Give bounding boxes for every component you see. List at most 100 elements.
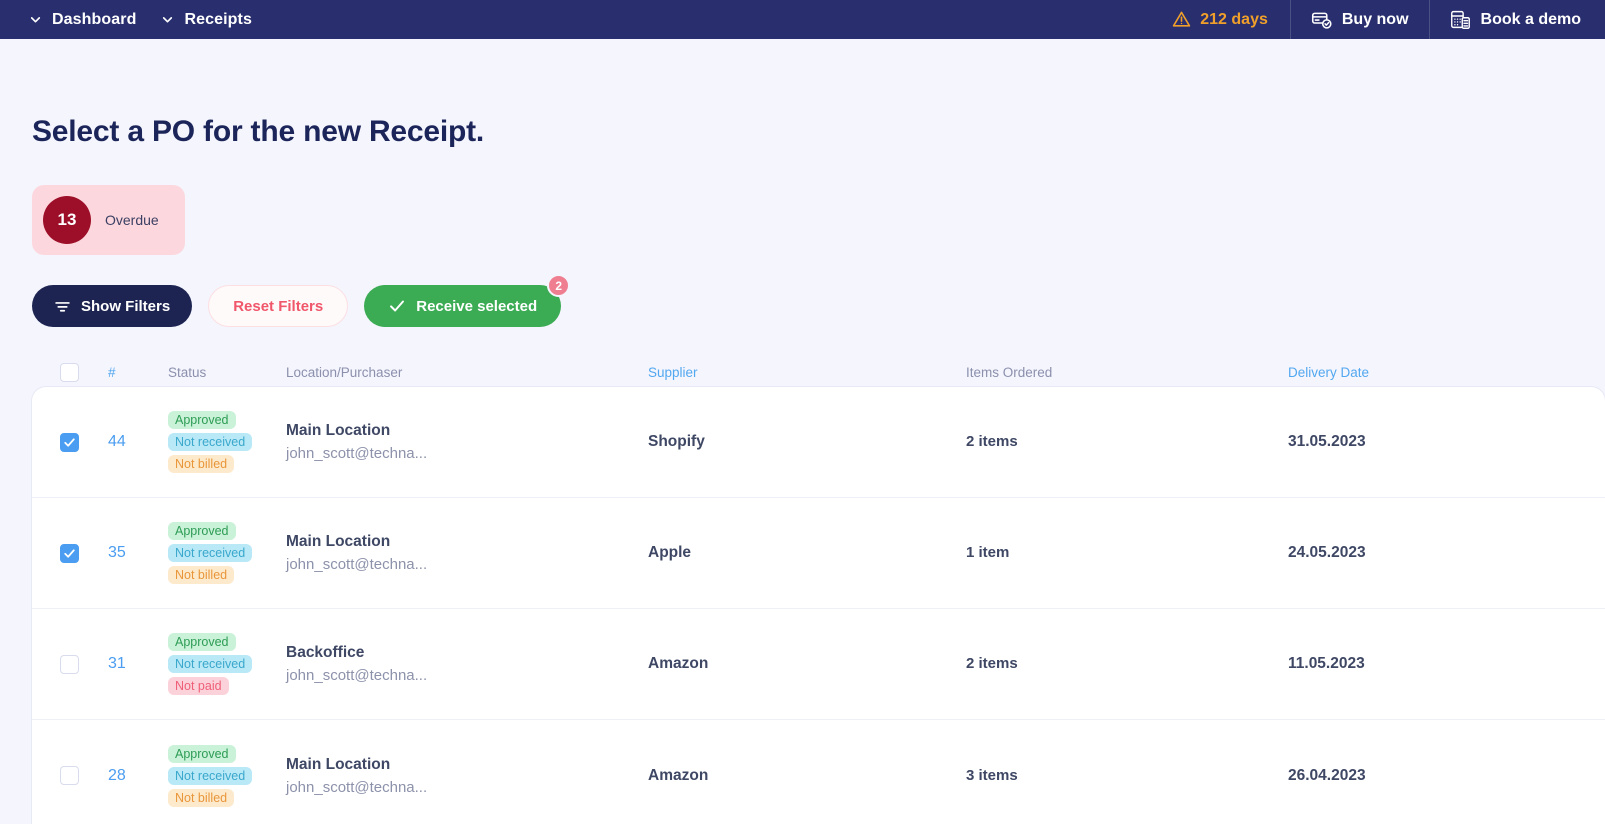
- row-checkbox[interactable]: [60, 766, 79, 785]
- purchaser-email: john_scott@techna...: [286, 778, 428, 796]
- row-location-cell: Main Location john_scott@techna...: [286, 533, 648, 573]
- row-delivery-cell: 31.05.2023: [1288, 433, 1605, 451]
- row-delivery-cell: 11.05.2023: [1288, 655, 1605, 673]
- status-badge: Approved: [168, 633, 236, 651]
- purchaser-email: john_scott@techna...: [286, 556, 428, 573]
- chevron-down-icon[interactable]: [154, 0, 180, 39]
- status-badges: Approved Not received Not billed: [168, 411, 286, 473]
- column-header-supplier[interactable]: Supplier: [648, 365, 966, 380]
- row-supplier-cell: Shopify: [648, 433, 966, 451]
- book-a-demo-label: Book a demo: [1480, 10, 1581, 28]
- top-navigation-bar: Dashboard Receipts 212 days Buy now Book…: [0, 0, 1605, 39]
- items-ordered: 2 items: [966, 655, 1018, 672]
- calculator-device-icon: [1450, 9, 1471, 30]
- filter-icon: [54, 298, 71, 315]
- row-number-cell: 28: [108, 767, 168, 785]
- buy-now-label: Buy now: [1341, 10, 1409, 28]
- row-checkbox[interactable]: [60, 432, 79, 452]
- row-status-cell: Approved Not received Not billed: [168, 411, 286, 473]
- purchaser-email: john_scott@techna...: [286, 667, 428, 684]
- overdue-stat-pill[interactable]: 13 Overdue: [32, 185, 185, 255]
- status-badge: Approved: [168, 744, 236, 763]
- po-number-link[interactable]: 35: [108, 544, 126, 561]
- reset-filters-button[interactable]: Reset Filters: [208, 285, 349, 327]
- row-status-cell: Approved Not received Not paid: [168, 633, 286, 695]
- buy-now-button[interactable]: Buy now: [1289, 0, 1429, 39]
- row-location-cell: Backoffice john_scott@techna...: [286, 644, 648, 684]
- delivery-date: 31.05.2023: [1288, 433, 1366, 450]
- location-name: Main Location: [286, 533, 391, 550]
- delivery-date: 26.04.2023: [1288, 766, 1366, 784]
- column-header-status[interactable]: Status: [168, 365, 286, 380]
- row-select-cell: [60, 766, 108, 785]
- receive-selected-button[interactable]: Receive selected 2: [364, 274, 571, 327]
- row-items-cell: 2 items: [966, 655, 1288, 673]
- column-header-location[interactable]: Location/Purchaser: [286, 365, 648, 380]
- page-content: Select a PO for the new Receipt. 13 Over…: [0, 115, 1605, 824]
- po-number-link[interactable]: 28: [108, 767, 126, 784]
- top-nav-actions: 212 days Buy now Book a demo: [1150, 0, 1605, 39]
- warning-triangle-icon: [1172, 10, 1191, 29]
- purchaser-email: john_scott@techna...: [286, 445, 428, 462]
- status-badge: Approved: [168, 411, 236, 429]
- breadcrumb-item-receipts[interactable]: Receipts: [180, 11, 256, 29]
- overdue-label: Overdue: [105, 212, 159, 228]
- table-row[interactable]: 31 Approved Not received Not paid Backoffice…: [32, 609, 1605, 720]
- breadcrumb-item-dashboard[interactable]: Dashboard: [48, 11, 140, 29]
- column-header-items[interactable]: Items Ordered: [966, 365, 1288, 380]
- items-ordered: 2 items: [966, 433, 1018, 450]
- status-badge: Not received: [168, 433, 253, 451]
- toolbar-actions: Show Filters Reset Filters Receive selec…: [32, 274, 1605, 327]
- status-badge: Not billed: [168, 788, 235, 807]
- supplier-name: Amazon: [648, 655, 709, 672]
- row-checkbox[interactable]: [60, 654, 79, 674]
- status-badges: Approved Not received Not billed: [168, 744, 286, 807]
- items-ordered: 3 items: [966, 766, 1018, 784]
- location-name: Main Location: [286, 755, 391, 773]
- location-name: Main Location: [286, 422, 391, 439]
- purchase-orders-table: # Status Location/Purchaser Supplier Ite…: [32, 357, 1605, 824]
- status-badge: Approved: [168, 522, 236, 540]
- table-row[interactable]: 28 Approved Not received Not billed Main Loc…: [32, 720, 1605, 824]
- reset-filters-label: Reset Filters: [233, 297, 324, 315]
- row-items-cell: 2 items: [966, 433, 1288, 451]
- chevron-down-icon[interactable]: [22, 0, 48, 39]
- receive-selected-count-badge: 2: [547, 274, 571, 297]
- table-row[interactable]: 35 Approved Not received Not billed Main Loc…: [32, 498, 1605, 609]
- select-all-cell: [60, 362, 108, 382]
- overdue-count: 13: [43, 196, 91, 244]
- row-delivery-cell: 26.04.2023: [1288, 767, 1605, 785]
- supplier-name: Apple: [648, 544, 692, 561]
- row-status-cell: Approved Not received Not billed: [168, 744, 286, 807]
- column-header-delivery[interactable]: Delivery Date: [1288, 365, 1605, 380]
- status-badges: Approved Not received Not billed: [168, 522, 286, 584]
- book-a-demo-button[interactable]: Book a demo: [1428, 0, 1605, 39]
- table-row[interactable]: 44 Approved Not received Not billed Main Loc…: [32, 387, 1605, 498]
- row-select-cell: [60, 543, 108, 563]
- po-number-link[interactable]: 31: [108, 655, 126, 672]
- page-title: Select a PO for the new Receipt.: [32, 115, 485, 148]
- row-supplier-cell: Apple: [648, 544, 966, 562]
- po-number-link[interactable]: 44: [108, 433, 126, 450]
- row-number-cell: 44: [108, 433, 168, 451]
- check-icon: [388, 297, 406, 315]
- row-status-cell: Approved Not received Not billed: [168, 522, 286, 584]
- delivery-date: 24.05.2023: [1288, 544, 1366, 561]
- row-delivery-cell: 24.05.2023: [1288, 544, 1605, 562]
- show-filters-label: Show Filters: [81, 297, 171, 315]
- status-badge: Not paid: [168, 677, 229, 695]
- status-badge: Not received: [168, 766, 253, 785]
- show-filters-button[interactable]: Show Filters: [32, 285, 193, 327]
- row-number-cell: 35: [108, 544, 168, 562]
- location-name: Backoffice: [286, 644, 365, 661]
- table-header-row: # Status Location/Purchaser Supplier Ite…: [32, 357, 1605, 387]
- trial-days-remaining[interactable]: 212 days: [1150, 10, 1290, 29]
- column-header-number[interactable]: #: [108, 365, 168, 380]
- trial-days-label: 212 days: [1200, 10, 1268, 28]
- table-body: 44 Approved Not received Not billed Main Loc…: [32, 387, 1605, 824]
- row-checkbox[interactable]: [60, 543, 79, 563]
- select-all-checkbox[interactable]: [60, 362, 79, 382]
- row-supplier-cell: Amazon: [648, 655, 966, 673]
- row-supplier-cell: Amazon: [648, 767, 966, 785]
- status-badge: Not billed: [168, 455, 235, 473]
